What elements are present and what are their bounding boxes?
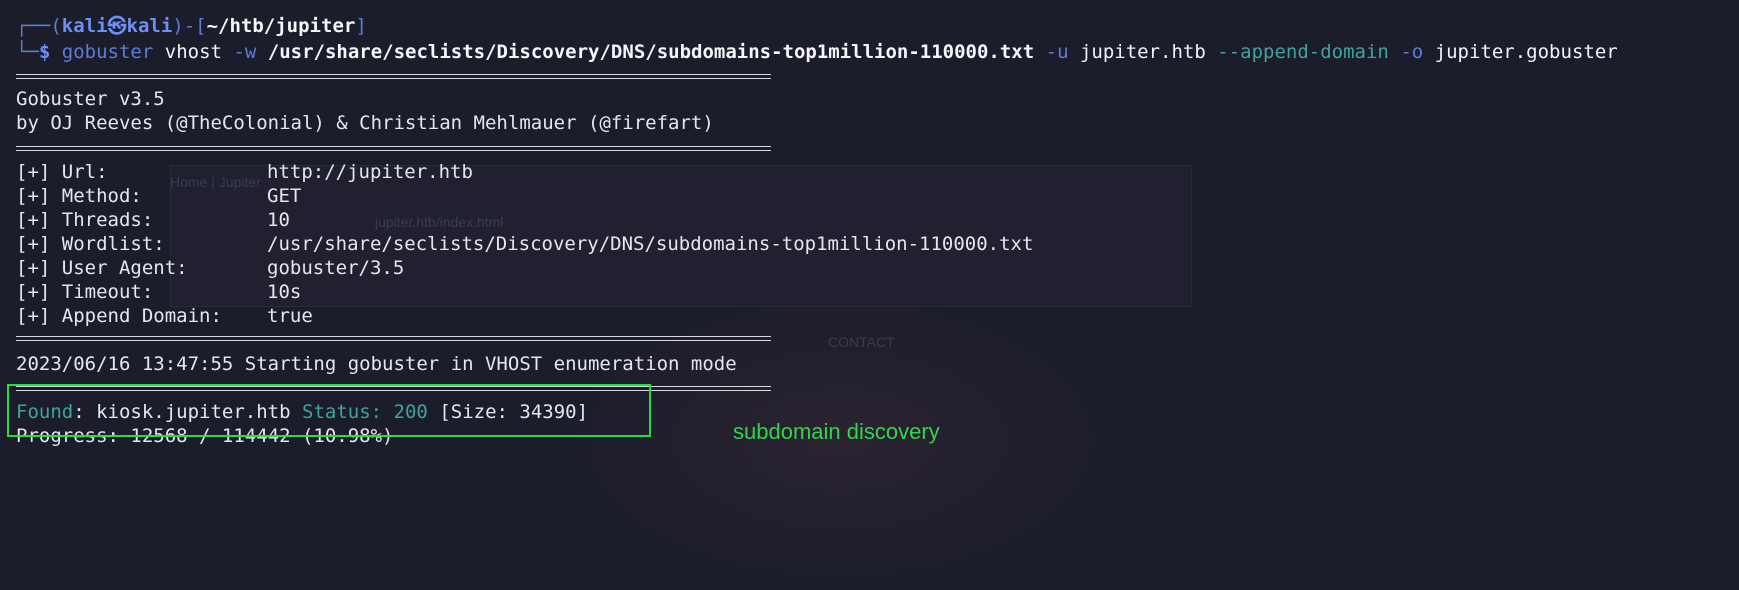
background-address-bar: jupiter.htb/index.html (375, 214, 504, 230)
config-row: [+] Wordlist:/usr/share/seclists/Discove… (16, 233, 1034, 255)
separator (16, 146, 771, 151)
command-line: └─$ gobuster vhost -w /usr/share/seclist… (16, 41, 1618, 63)
command-name: gobuster (61, 41, 154, 63)
config-row: [+] Append Domain: true (16, 305, 313, 327)
banner-authors: by OJ Reeves (@TheColonial) & Christian … (16, 112, 714, 134)
config-row: [+] Timeout: 10s (16, 281, 302, 303)
banner-version: Gobuster v3.5 (16, 88, 165, 110)
config-row: [+] Threads: 10 (16, 209, 290, 231)
command-wordlist: /usr/share/seclists/Discovery/DNS/subdom… (267, 41, 1035, 63)
separator (16, 336, 771, 341)
separator (16, 74, 771, 79)
config-row: [+] Url: http://jupiter.htb (16, 161, 473, 183)
background-nav-contact: CONTACT (828, 334, 895, 350)
prompt-path: ~/htb/jupiter (206, 15, 356, 37)
annotation-label: subdomain discovery (733, 419, 940, 444)
prompt-dollar: $ (38, 41, 51, 63)
prompt-user: kali㉿kali (61, 15, 173, 37)
config-row: [+] Method: GET (16, 185, 302, 207)
start-message: 2023/06/16 13:47:55 Starting gobuster in… (16, 353, 737, 375)
highlight-box (7, 384, 651, 437)
prompt-line: ┌──(kali㉿kali)-[~/htb/jupiter] (16, 15, 367, 37)
config-row: [+] User Agent: gobuster/3.5 (16, 257, 405, 279)
